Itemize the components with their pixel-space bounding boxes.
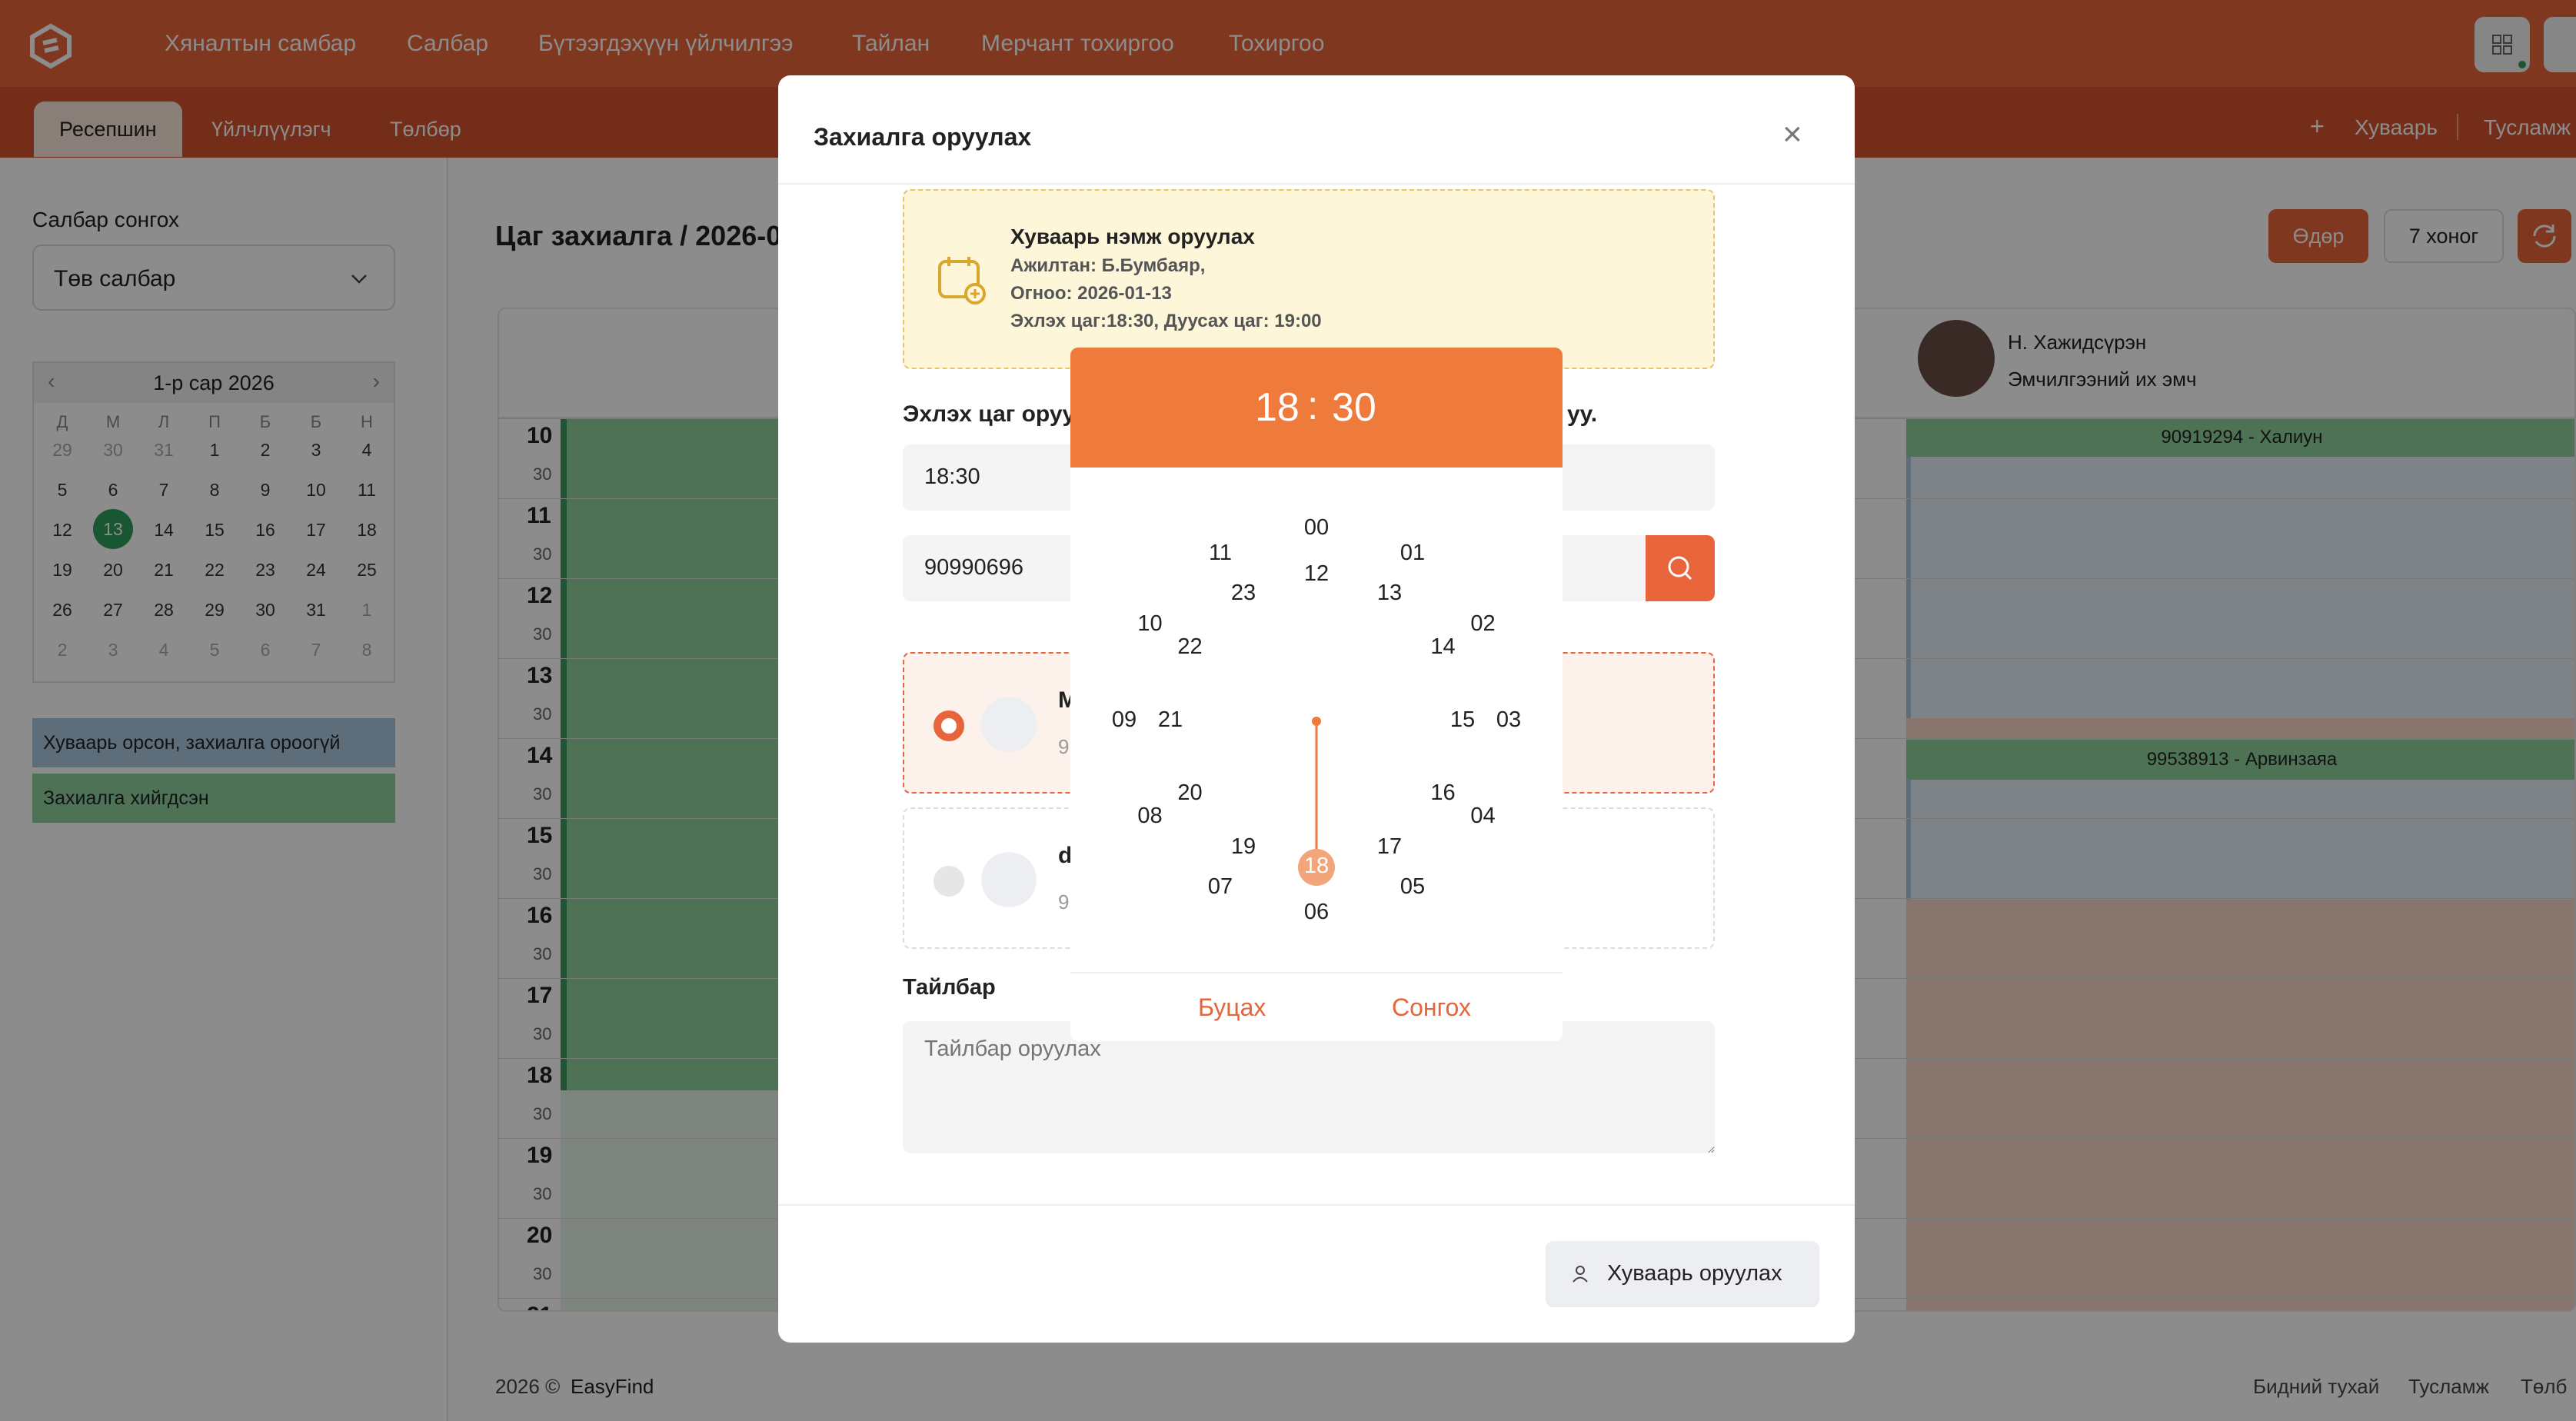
radio-selected[interactable] bbox=[934, 710, 964, 741]
clock-hour[interactable]: 12 bbox=[1293, 561, 1340, 587]
clock-hour[interactable]: 04 bbox=[1460, 804, 1506, 829]
time-separator: : bbox=[1307, 384, 1319, 428]
modal-footer-divider bbox=[778, 1204, 1855, 1206]
clock-hour[interactable]: 09 bbox=[1101, 707, 1147, 733]
clock-hour[interactable]: 00 bbox=[1293, 515, 1340, 541]
clock-hour[interactable]: 07 bbox=[1197, 874, 1243, 900]
clock-hour[interactable]: 03 bbox=[1486, 707, 1532, 733]
picker-divider bbox=[1070, 972, 1563, 973]
clock-hour[interactable]: 21 bbox=[1147, 707, 1193, 733]
calendar-plus-icon bbox=[938, 257, 986, 304]
info-date: Огноо: 2026-01-13 bbox=[1010, 283, 1172, 304]
selected-minute[interactable]: 30 bbox=[1332, 384, 1376, 431]
clock-hour[interactable]: 22 bbox=[1167, 634, 1213, 660]
time-picker-dialog: 18 : 30 00 01 02 03 04 05 06 07 08 09 10 11 12 13 14 15… bbox=[1070, 348, 1563, 1041]
clock-face[interactable]: 00 01 02 03 04 05 06 07 08 09 10 11 12 13 14 15 16 17 18 19… bbox=[1070, 468, 1563, 937]
modal-divider bbox=[778, 183, 1855, 185]
start-time-label: Эхлэх цаг оруу bbox=[903, 401, 1076, 427]
radio-unselected[interactable] bbox=[934, 866, 964, 897]
clock-hour[interactable]: 01 bbox=[1390, 541, 1436, 566]
clock-hour[interactable]: 11 bbox=[1197, 541, 1243, 566]
close-icon[interactable]: × bbox=[1782, 115, 1802, 154]
submit-label: Хуваарь оруулах bbox=[1607, 1261, 1782, 1286]
clock-hour[interactable]: 14 bbox=[1420, 634, 1466, 660]
start-time-label-tail: уу. bbox=[1567, 401, 1598, 427]
selected-hour[interactable]: 18 bbox=[1255, 384, 1300, 431]
phone-value: 90990696 bbox=[924, 555, 1024, 580]
clock-hour[interactable]: 02 bbox=[1460, 611, 1506, 637]
start-time-value: 18:30 bbox=[924, 464, 980, 489]
picker-ok-button[interactable]: Сонгох bbox=[1392, 993, 1471, 1022]
clock-hour[interactable]: 20 bbox=[1167, 780, 1213, 806]
clock-hour[interactable]: 05 bbox=[1390, 874, 1436, 900]
search-icon bbox=[1668, 556, 1692, 581]
clock-hour[interactable]: 19 bbox=[1220, 834, 1266, 860]
customer-avatar-icon bbox=[981, 852, 1037, 907]
info-time: Эхлэх цаг:18:30, Дуусах цаг: 19:00 bbox=[1010, 311, 1322, 331]
clock-hour[interactable]: 06 bbox=[1293, 900, 1340, 925]
customer-phone-2: 9 bbox=[1058, 890, 1070, 914]
clock-hour[interactable]: 08 bbox=[1127, 804, 1173, 829]
clock-hour[interactable]: 16 bbox=[1420, 780, 1466, 806]
customer-avatar-icon bbox=[981, 697, 1037, 752]
info-staff: Ажилтан: Б.Бумбаяр, bbox=[1010, 255, 1206, 276]
info-title: Хуваарь нэмж оруулах bbox=[1010, 225, 1255, 248]
modal-title: Захиалга оруулах bbox=[814, 123, 1032, 151]
note-label: Тайлбар bbox=[903, 975, 996, 1000]
clock-hour[interactable]: 15 bbox=[1439, 707, 1486, 733]
user-add-icon bbox=[1573, 1266, 1588, 1283]
clock-hour[interactable]: 17 bbox=[1366, 834, 1413, 860]
clock-hour[interactable]: 23 bbox=[1220, 581, 1266, 606]
schedule-info-card: Хуваарь нэмж оруулах Ажилтан: Б.Бумбаяр,… bbox=[903, 189, 1715, 369]
picker-cancel-button[interactable]: Буцах bbox=[1198, 993, 1266, 1022]
submit-schedule-button[interactable]: Хуваарь оруулах bbox=[1546, 1241, 1819, 1307]
phone-search-button[interactable] bbox=[1646, 535, 1715, 601]
clock-hour[interactable]: 18 bbox=[1293, 854, 1340, 879]
clock-hour[interactable]: 10 bbox=[1127, 611, 1173, 637]
time-picker-header: 18 : 30 bbox=[1070, 348, 1563, 468]
clock-hour[interactable]: 13 bbox=[1366, 581, 1413, 606]
customer-phone-1: 9 bbox=[1058, 735, 1070, 758]
